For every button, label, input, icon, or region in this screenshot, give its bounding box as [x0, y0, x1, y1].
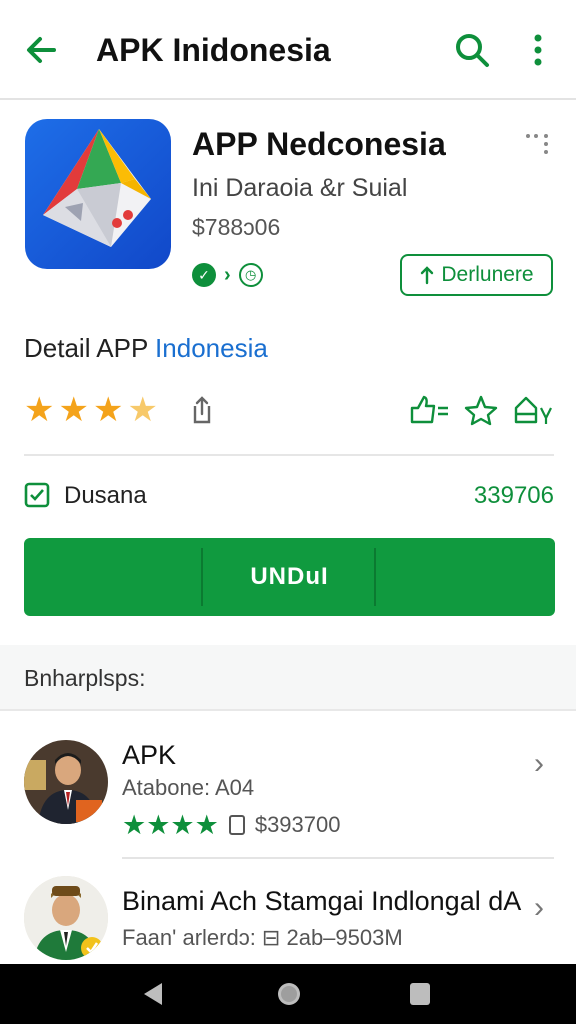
detail-heading: Detail APP Indonesia: [24, 330, 268, 366]
detail-heading-text: Detail APP: [24, 333, 156, 363]
checkbox-icon: [24, 482, 50, 508]
list-item-subtitle: Atabone: A04: [122, 775, 255, 800]
detail-heading-accent: Indonesia: [155, 333, 268, 363]
info-label: Dusana: [64, 482, 147, 509]
app-header: APP Nedconesia Ini Daraoia &r Suial $788…: [0, 102, 576, 302]
rating-stars[interactable]: ★ ★ ★ ★: [24, 390, 158, 430]
clock-badge-icon: ◷: [238, 263, 263, 287]
app-price: $788ɔ06: [192, 214, 281, 240]
app-name: APP Nedconesia: [192, 126, 446, 162]
avatar: [24, 740, 108, 824]
info-value: 339706: [473, 482, 554, 509]
download-button[interactable]: UNDuI: [24, 538, 555, 616]
rating-stars: ★★★★: [122, 810, 219, 840]
list-item[interactable]: APK Atabone: A04 ★★★★ $393700 ›: [0, 730, 576, 860]
arrow-left-icon[interactable]: [20, 28, 64, 72]
chevron-right-icon[interactable]: ›: [224, 264, 231, 287]
device-icon: [228, 815, 245, 835]
list-divider: [122, 857, 554, 859]
top-app-bar: APK Inidonesia: [0, 0, 576, 100]
rating-row: ★ ★ ★ ★: [24, 390, 554, 432]
install-label: Derlunere: [441, 263, 534, 286]
divider: [24, 454, 554, 456]
button-separator: [201, 548, 203, 606]
action-icons: [408, 394, 554, 426]
star-icon: ★: [92, 391, 124, 429]
bookmark-icon[interactable]: [512, 394, 554, 426]
list-item-title: APK: [122, 740, 177, 770]
info-row[interactable]: Dusana 339706: [24, 476, 554, 516]
chevron-right-icon[interactable]: ›: [534, 746, 544, 782]
section-header: Bnharplsps:: [0, 645, 576, 711]
star-icon: ★: [24, 391, 55, 429]
app-logo-icon: [25, 119, 171, 269]
avatar: [24, 876, 108, 960]
install-button[interactable]: Derlunere: [400, 254, 553, 296]
chevron-right-icon[interactable]: ›: [534, 890, 544, 926]
button-separator: [374, 548, 376, 606]
list-item-title: Binami Ach Stamgai Indlongal dA: [122, 886, 522, 916]
list-item-price: $393700: [254, 812, 341, 837]
list-item-subtitle: Faan' arlerdɔ: ⊟ 2ab–9503M: [122, 925, 403, 950]
system-nav-bar: [0, 964, 576, 1024]
section-title: Bnharplsps:: [24, 665, 146, 691]
arrow-up-icon: [421, 266, 434, 285]
nav-recent-icon[interactable]: [408, 981, 432, 1007]
search-icon[interactable]: [450, 28, 494, 72]
download-label: UNDuI: [250, 563, 329, 590]
overflow-dots-icon[interactable]: [522, 130, 552, 156]
verified-badge-icon: ✓: [192, 263, 216, 287]
favorite-icon[interactable]: [460, 394, 502, 426]
nav-back-icon[interactable]: [140, 980, 166, 1008]
more-vertical-icon[interactable]: [520, 28, 556, 72]
share-icon[interactable]: [189, 394, 215, 426]
star-icon: ★: [58, 391, 89, 429]
thumbs-up-icon[interactable]: [408, 394, 450, 426]
list-item-meta: ★★★★ $393700: [122, 810, 340, 840]
badge-row: ✓ › ◷: [192, 262, 263, 288]
app-developer[interactable]: Ini Daraoia &r Suial: [192, 172, 407, 204]
star-half-icon: ★: [127, 391, 158, 429]
nav-home-icon[interactable]: [275, 980, 303, 1008]
page-title: APK Inidonesia: [96, 32, 331, 68]
